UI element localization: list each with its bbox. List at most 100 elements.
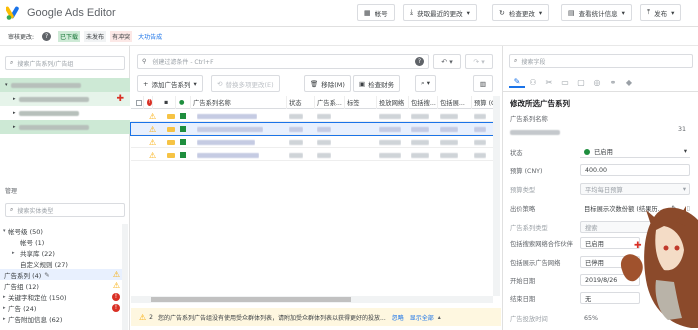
- column-search-partners[interactable]: 包括搜...: [409, 96, 438, 109]
- help-icon[interactable]: ?: [413, 55, 426, 68]
- publish-button[interactable]: ⤒ 发布 ▾: [640, 4, 682, 21]
- table-row[interactable]: ⚠: [131, 136, 493, 148]
- check-policy-button[interactable]: ▣ 检查财务: [353, 75, 401, 92]
- conflict-chip[interactable]: 有冲突: [110, 31, 133, 42]
- target-tab-icon[interactable]: ◎: [589, 78, 605, 87]
- replace-changes-button[interactable]: ⟲ 替换多项更改(E): [211, 75, 280, 92]
- table-row[interactable]: ⚠: [131, 149, 493, 161]
- scrollbar-thumb[interactable]: [151, 297, 351, 302]
- people-tab-icon[interactable]: ⚇: [525, 78, 541, 87]
- help-icon[interactable]: ?: [42, 32, 52, 41]
- label-tab-icon[interactable]: ◆: [621, 78, 637, 87]
- check-changes-button[interactable]: ↻ 检查更改 ▾: [492, 4, 550, 21]
- status-column-icon[interactable]: ●: [177, 96, 191, 109]
- cell-redacted: [474, 123, 486, 135]
- campaign-name-redacted: [197, 123, 263, 135]
- tree-item-label: 帐号级 (50): [8, 227, 43, 236]
- grid-vertical-scrollbar[interactable]: [493, 96, 500, 296]
- entity-type-search-input[interactable]: ⌕ 搜索实体类型: [5, 203, 125, 217]
- budget-input[interactable]: 400.00: [580, 164, 690, 176]
- view-stats-label: 查看统计信息: [578, 9, 618, 18]
- cell-redacted: [379, 149, 401, 161]
- column-status[interactable]: 状态: [287, 96, 315, 109]
- tree-item-label: 关键字和定位 (150): [8, 293, 67, 302]
- add-campaign-button[interactable]: + 添加广告系列 ▾: [137, 75, 203, 92]
- cell-redacted: [474, 110, 486, 122]
- column-campaign-name[interactable]: 广告系列名称: [191, 96, 287, 109]
- cell-redacted: [379, 136, 401, 148]
- account-button[interactable]: ▦ 帐号: [357, 4, 395, 21]
- account-row[interactable]: ▾: [0, 78, 130, 92]
- budget-field: 预算 (CNY) 400.00: [510, 164, 690, 176]
- redo-button[interactable]: ↷ ▾: [465, 54, 493, 69]
- chevron-up-icon[interactable]: ▴: [438, 314, 441, 321]
- cell-redacted: [440, 123, 458, 135]
- table-row[interactable]: ⚠: [131, 110, 493, 122]
- unpublished-chip[interactable]: 未发布: [84, 31, 107, 42]
- expand-icon: ▸: [3, 304, 6, 311]
- campaign-name-value[interactable]: 31: [510, 126, 690, 138]
- column-campaign-type[interactable]: 广告系...: [315, 96, 345, 109]
- tree-item-ad-extensions[interactable]: ▸ 广告附加信息 (62): [0, 313, 126, 324]
- tree-item-label: 广告 (24): [8, 304, 37, 313]
- app-logo: Google Ads Editor: [5, 5, 116, 21]
- column-budget[interactable]: 预算 (C: [472, 96, 494, 109]
- column-labels[interactable]: 标签: [345, 96, 377, 109]
- enabled-status-icon: [180, 149, 186, 161]
- warning-icon: ⚠: [149, 150, 157, 160]
- start-date-value: 2019/8/26: [585, 276, 618, 284]
- done-chip[interactable]: 大功告成: [136, 31, 164, 42]
- filter-input[interactable]: ⚲ 创建过滤条件 - Ctrl+F: [137, 54, 429, 69]
- budget-type-select[interactable]: 平均每日预算 ▾: [580, 183, 690, 195]
- tree-item-ads[interactable]: ▸ 广告 (24) !: [0, 302, 126, 313]
- ignore-link[interactable]: 忽略: [392, 313, 404, 322]
- cell-redacted: [411, 123, 429, 135]
- columns-button[interactable]: ▥: [473, 75, 493, 92]
- ad-tab-icon[interactable]: ▢: [573, 78, 589, 87]
- view-stats-button[interactable]: ▤ 查看统计信息 ▾: [561, 4, 632, 21]
- link-tab-icon[interactable]: ⚭: [605, 78, 621, 87]
- tree-item-account-level[interactable]: ▾ 帐号级 (50): [0, 225, 126, 236]
- error-icon: !: [112, 303, 120, 312]
- edit-tab-icon[interactable]: ✎: [509, 77, 525, 88]
- table-row[interactable]: ⚠: [130, 122, 494, 136]
- column-display-network[interactable]: 包括展...: [438, 96, 472, 109]
- grid-horizontal-scrollbar[interactable]: [131, 296, 493, 303]
- tools-tab-icon[interactable]: ✂: [541, 78, 557, 87]
- field-search-input[interactable]: ⌕ 搜索字段: [509, 54, 693, 68]
- get-recent-changes-button[interactable]: ⤓ 获取最近的更改 ▾: [403, 4, 477, 21]
- delete-button[interactable]: 🗑 移除(M): [304, 75, 351, 92]
- tree-item-campaigns[interactable]: 广告系列 (4) ✎ ⚠: [0, 269, 126, 280]
- error-column-icon[interactable]: !: [145, 96, 153, 109]
- tree-item-account[interactable]: 帐号 (1): [0, 236, 126, 247]
- cell-redacted: [411, 110, 429, 122]
- tree-item-shared-library[interactable]: ▸ 共享库 (22): [0, 247, 126, 258]
- tree-scrollbar[interactable]: [122, 224, 128, 330]
- field-label: 状态: [510, 150, 523, 157]
- account-name-redacted: [10, 82, 81, 88]
- search-tools-button[interactable]: ⌕ ▾: [415, 75, 436, 92]
- tree-item-custom-rules[interactable]: 自定义规则 (27): [0, 258, 126, 269]
- downloaded-chip[interactable]: 已下载: [58, 31, 81, 42]
- cell-redacted: [289, 136, 303, 148]
- campaign-search-input[interactable]: ⌕ 搜索广告系列/广告组: [5, 56, 125, 70]
- warning-icon: ⚠: [112, 270, 120, 279]
- comment-column-icon[interactable]: ▪: [162, 96, 176, 109]
- tree-item-keywords[interactable]: ▸ 关键字和定位 (150) !: [0, 291, 126, 302]
- status-value: 已启用: [594, 149, 613, 156]
- campaign-tree-item[interactable]: ▸: [0, 106, 130, 120]
- undo-button[interactable]: ↶ ▾: [433, 54, 461, 69]
- image-tab-icon[interactable]: ▭: [557, 78, 573, 87]
- upload-icon: ⤒: [647, 8, 651, 16]
- campaign-tree-item[interactable]: ▸ ✚: [0, 92, 130, 106]
- status-select[interactable]: 已启用 ▾: [580, 146, 690, 158]
- warning-icon: ⚠: [149, 111, 157, 121]
- column-network[interactable]: 投放网络: [377, 96, 409, 109]
- campaign-tree-item[interactable]: ▸: [0, 120, 130, 134]
- review-changes-label: 审核更改:: [8, 34, 35, 41]
- search-icon: ⌕: [10, 59, 14, 66]
- checkbox-header[interactable]: [134, 96, 144, 109]
- show-all-link[interactable]: 显示全部: [410, 313, 434, 322]
- tree-item-ad-groups[interactable]: 广告组 (12) ⚠: [0, 280, 126, 291]
- chevron-down-icon: ▾: [683, 148, 687, 155]
